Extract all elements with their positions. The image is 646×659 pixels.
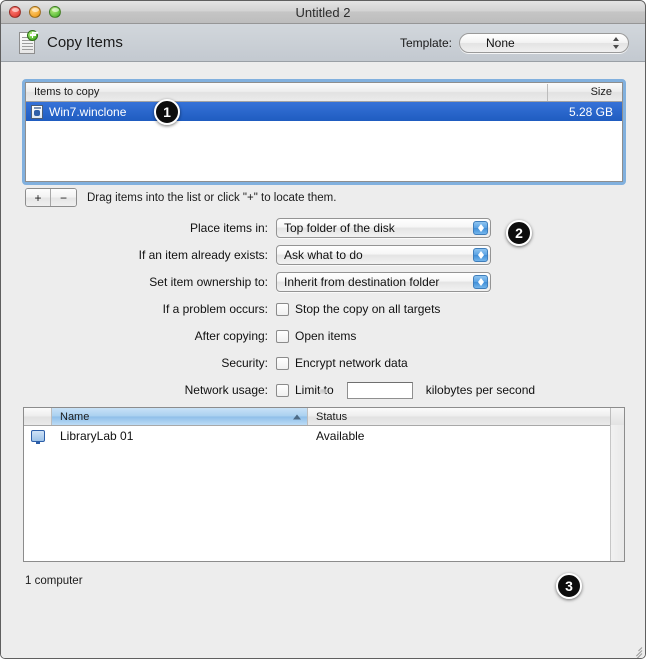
computer-count-label: 1 computer <box>25 575 83 587</box>
chevron-updown-icon <box>613 36 620 49</box>
option-label: If an item already exists: <box>138 248 268 262</box>
encrypt-network-data-label: Encrypt network data <box>295 356 408 370</box>
targets-column-header-name[interactable]: Name <box>52 408 308 425</box>
items-column-header-size[interactable]: Size <box>548 84 622 101</box>
targets-column-header-status[interactable]: Status <box>308 408 611 425</box>
option-label: After copying: <box>194 329 268 343</box>
stop-copy-checkbox[interactable] <box>276 302 289 316</box>
targets-name-header-label: Name <box>60 410 90 423</box>
zoom-button-icon[interactable] <box>49 6 61 18</box>
add-item-button[interactable]: + <box>26 189 51 206</box>
chevron-updown-icon <box>473 221 488 235</box>
template-select-value: None <box>486 35 515 50</box>
items-to-copy-list[interactable]: Items to copy Size Win7.winclone 5.28 GB <box>22 79 626 185</box>
option-security: Security: Encrypt network data <box>1 353 645 373</box>
items-list-header: Items to copy Size <box>26 83 622 102</box>
callout-badge-2: 2 <box>506 220 532 246</box>
template-select[interactable]: None <box>459 32 629 53</box>
table-row[interactable]: Win7.winclone 5.28 GB <box>26 102 622 121</box>
option-label: Security: <box>221 356 268 370</box>
splitter-dimple-icon <box>318 389 328 394</box>
targets-vertical-scrollbar[interactable] <box>610 425 624 561</box>
callout-badge-3: 3 <box>556 573 582 599</box>
callout-badge-1: 1 <box>154 99 180 125</box>
winclone-file-icon <box>31 104 43 119</box>
sort-ascending-icon <box>293 414 301 419</box>
dialog-body: Items to copy Size Win7.winclone 5.28 GB… <box>1 62 645 658</box>
option-after-copying: After copying: Open items <box>1 326 645 346</box>
close-button-icon[interactable] <box>9 6 21 18</box>
place-items-in-select[interactable]: Top folder of the disk <box>276 218 491 238</box>
window-controls <box>1 6 61 18</box>
open-items-checkbox[interactable] <box>276 329 289 343</box>
window-title: Untitled 2 <box>295 4 351 20</box>
task-header: Copy Items Template: None <box>1 24 645 62</box>
place-items-in-value: Top folder of the disk <box>284 221 395 235</box>
items-list-toolbar: + − Drag items into the list or click "+… <box>25 188 336 207</box>
resize-grip-icon[interactable] <box>629 643 643 658</box>
copy-items-document-icon <box>17 29 38 56</box>
window-titlebar: Untitled 2 <box>1 1 645 24</box>
option-item-ownership: Set item ownership to: Inherit from dest… <box>1 272 645 292</box>
add-remove-segmented-control: + − <box>25 188 77 207</box>
target-name: LibraryLab 01 <box>60 428 134 443</box>
item-name: Win7.winclone <box>49 104 127 119</box>
pane-splitter[interactable] <box>1 387 645 397</box>
option-place-items-in: Place items in: Top folder of the disk <box>1 218 645 238</box>
item-ownership-value: Inherit from destination folder <box>284 275 440 289</box>
targets-header-scroll-cap <box>611 408 624 425</box>
targets-table-header: Name Status <box>24 408 624 426</box>
remove-item-button[interactable]: − <box>51 189 76 206</box>
encrypt-network-data-checkbox[interactable] <box>276 356 289 370</box>
items-list-hint: Drag items into the list or click "+" to… <box>87 191 337 204</box>
page-title: Copy Items <box>47 34 123 51</box>
table-row[interactable]: LibraryLab 01 Available <box>24 426 624 445</box>
minimize-button-icon[interactable] <box>29 6 41 18</box>
chevron-updown-icon <box>473 275 488 289</box>
computer-screen-icon <box>31 429 45 444</box>
template-label: Template: <box>399 35 452 50</box>
item-size: 5.28 GB <box>568 104 613 119</box>
option-if-item-exists: If an item already exists: Ask what to d… <box>1 245 645 265</box>
copy-items-window: Untitled 2 Copy Items Template: None Ite… <box>0 0 646 659</box>
targets-status-header-label: Status <box>316 410 348 423</box>
option-label: Place items in: <box>189 221 268 235</box>
stop-copy-label: Stop the copy on all targets <box>295 302 441 316</box>
template-control-group: Template: None <box>399 32 629 53</box>
task-header-left: Copy Items <box>17 29 123 56</box>
chevron-updown-icon <box>473 248 488 262</box>
copy-options-form: Place items in: Top folder of the disk I… <box>1 218 645 407</box>
option-label: Set item ownership to: <box>149 275 268 289</box>
if-item-exists-value: Ask what to do <box>284 248 363 262</box>
target-computers-table[interactable]: Name Status LibraryLab 01 Available <box>23 407 625 562</box>
option-label: If a problem occurs: <box>162 302 268 316</box>
targets-column-header-icon <box>24 408 52 425</box>
items-column-header-name[interactable]: Items to copy <box>26 83 548 101</box>
open-items-label: Open items <box>295 329 357 343</box>
option-if-problem-occurs: If a problem occurs: Stop the copy on al… <box>1 299 645 319</box>
target-status: Available <box>316 428 365 443</box>
if-item-exists-select[interactable]: Ask what to do <box>276 245 491 265</box>
item-ownership-select[interactable]: Inherit from destination folder <box>276 272 491 292</box>
